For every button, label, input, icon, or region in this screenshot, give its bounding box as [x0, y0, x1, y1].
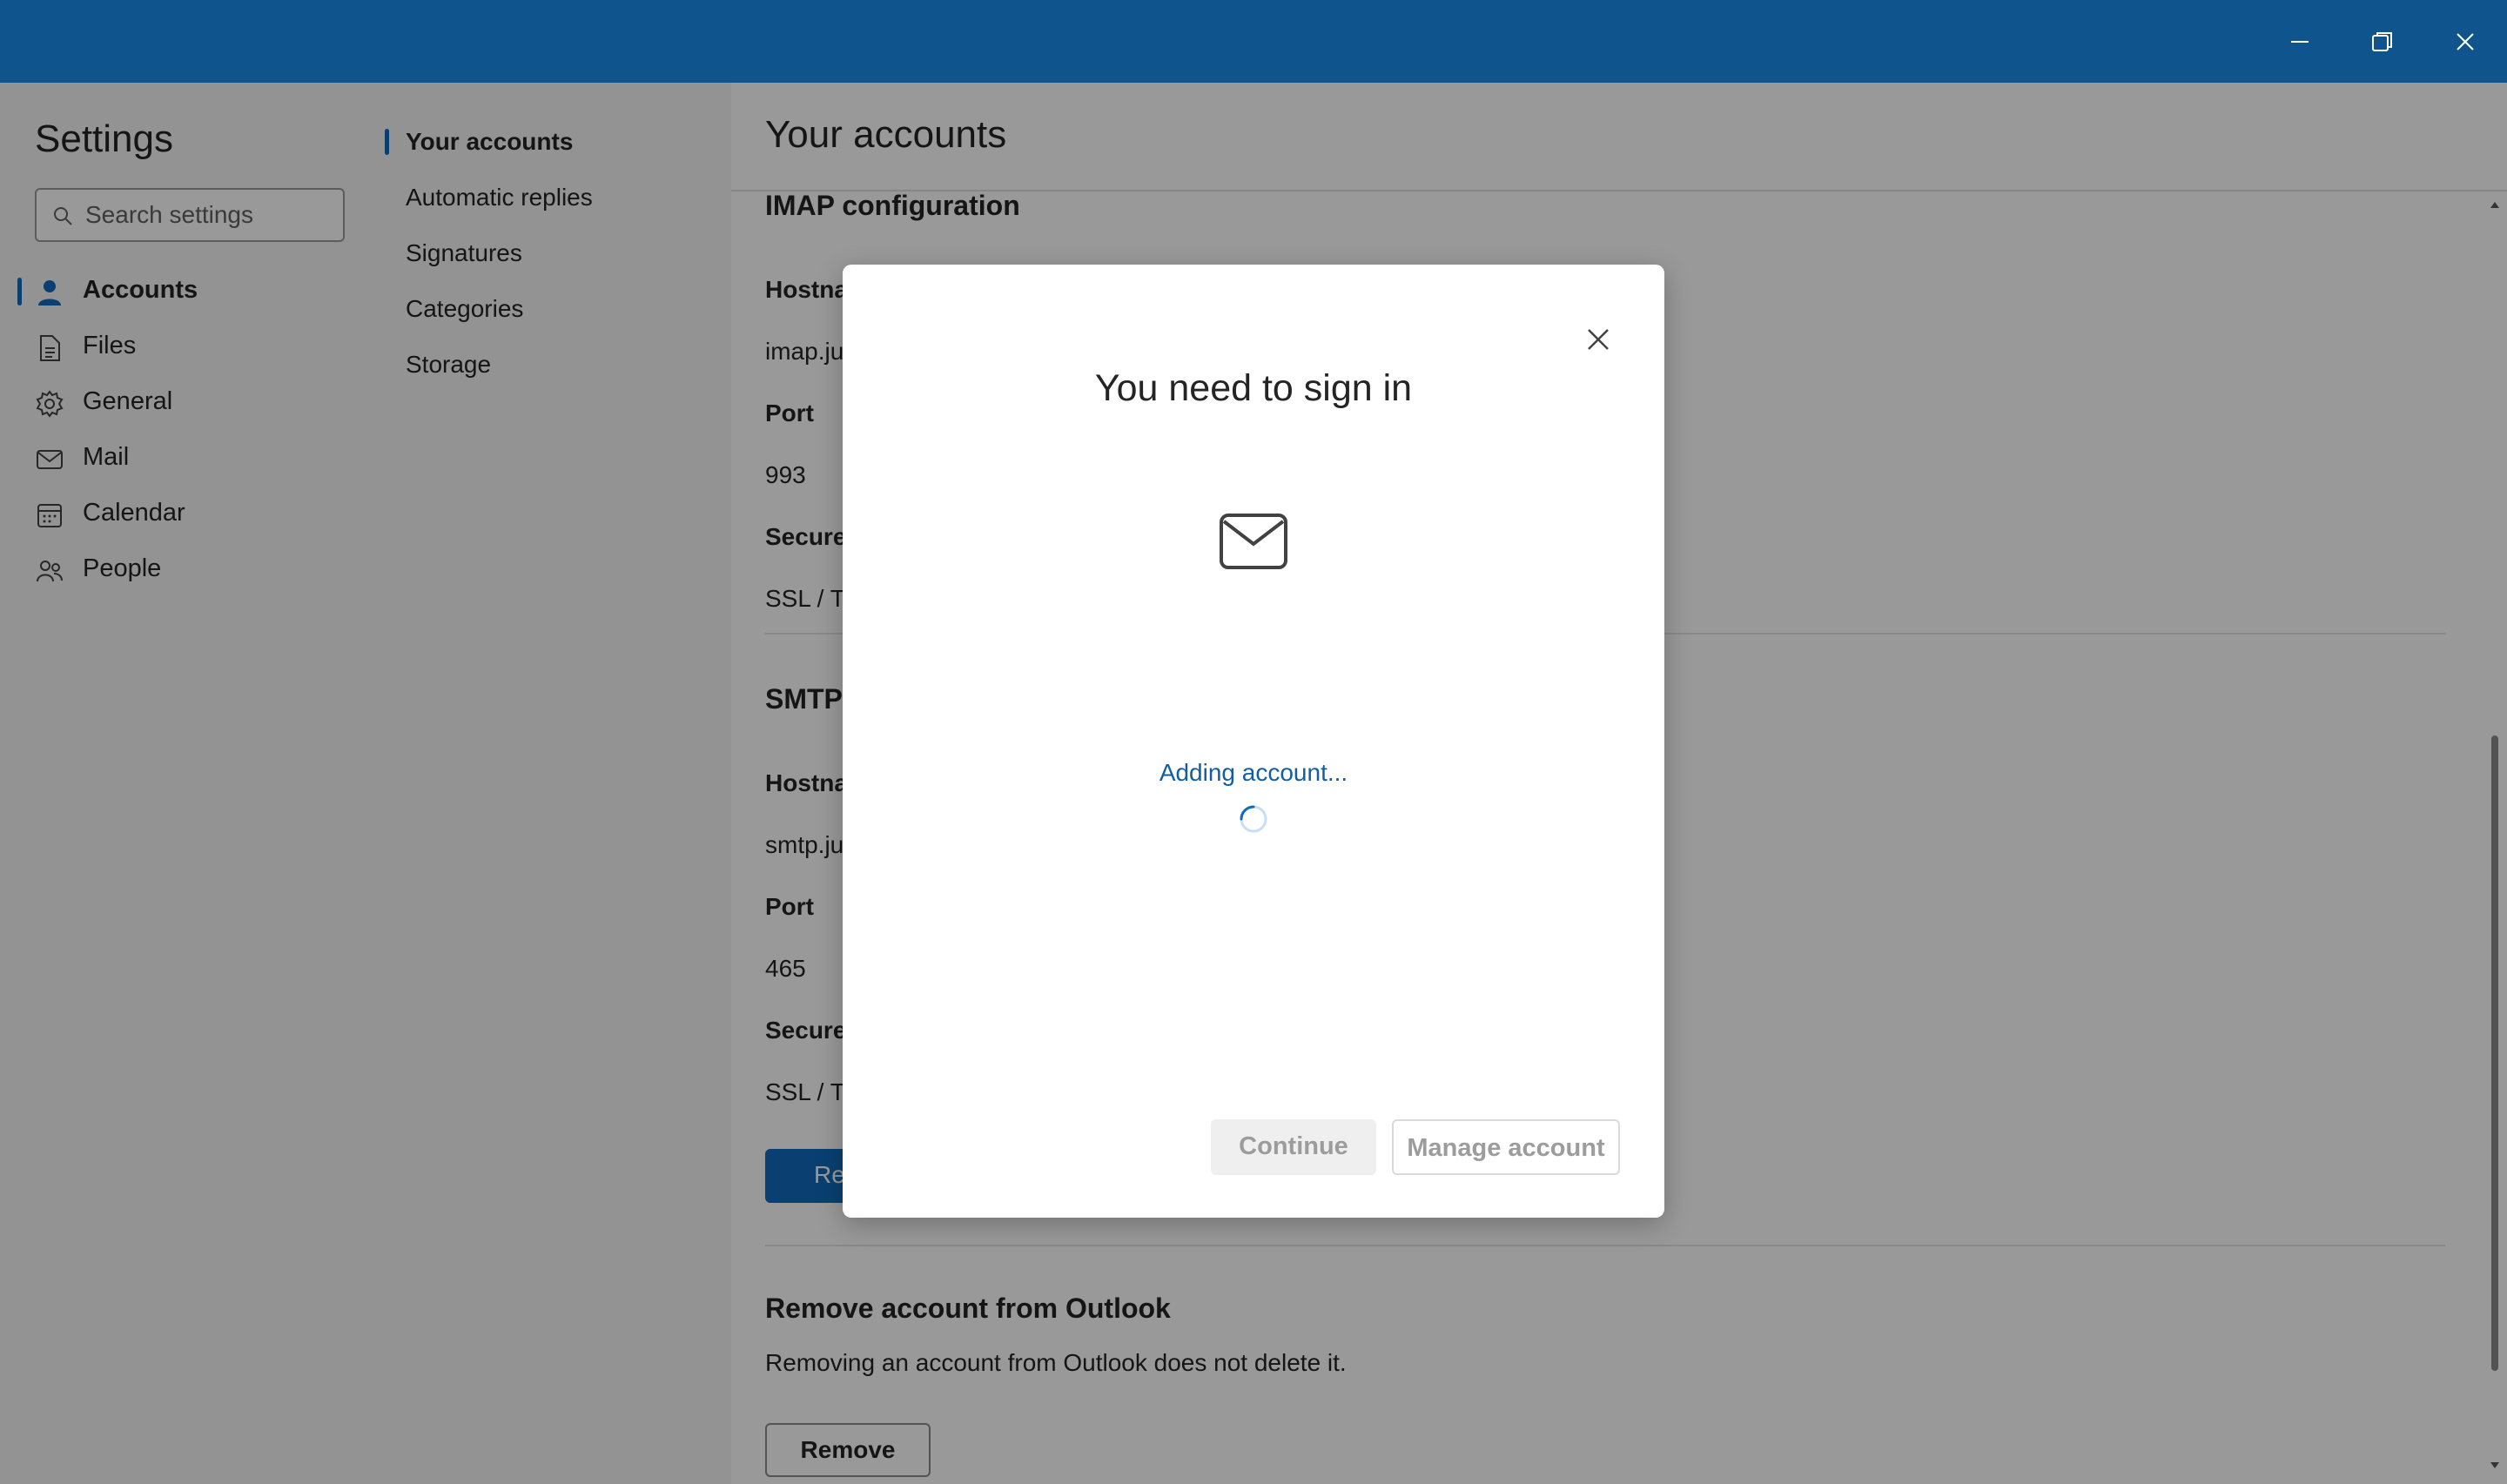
window-titlebar [0, 0, 2507, 83]
minimize-icon [2291, 41, 2309, 43]
restore-icon [2372, 32, 2392, 51]
close-window-button[interactable] [2439, 19, 2491, 64]
adding-account-status: Adding account... [1159, 759, 1348, 786]
manage-account-label: Manage account [1407, 1134, 1605, 1162]
continue-button[interactable]: Continue [1211, 1119, 1376, 1175]
dialog-title: You need to sign in [1094, 367, 1413, 409]
close-icon [1588, 329, 1609, 350]
mail-icon [1220, 514, 1287, 569]
dialog-close-button[interactable] [1576, 317, 1621, 362]
minimize-button[interactable] [2274, 19, 2326, 64]
sign-in-dialog: You need to sign in Adding account... Co… [843, 265, 1664, 1218]
loading-spinner-icon [1240, 805, 1267, 833]
close-icon [2457, 33, 2474, 50]
restore-button[interactable] [2356, 19, 2409, 64]
continue-label: Continue [1239, 1132, 1348, 1160]
manage-account-button[interactable]: Manage account [1392, 1119, 1620, 1175]
